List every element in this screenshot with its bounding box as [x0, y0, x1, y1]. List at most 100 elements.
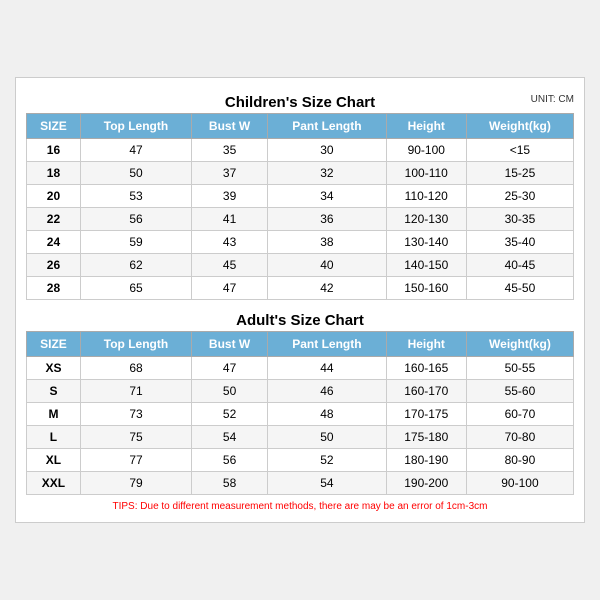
table-cell: 45-50	[466, 277, 573, 300]
table-cell: 130-140	[386, 231, 466, 254]
table-cell: S	[27, 380, 81, 403]
unit-label: UNIT: CM	[531, 94, 574, 105]
table-cell: XS	[27, 357, 81, 380]
table-cell: 37	[192, 162, 268, 185]
table-row: XXL795854190-20090-100	[27, 472, 574, 495]
table-row: 26624540140-15040-45	[27, 254, 574, 277]
table-cell: 25-30	[466, 185, 573, 208]
table-cell: 47	[80, 139, 191, 162]
table-row: 28654742150-16045-50	[27, 277, 574, 300]
table-cell: 53	[80, 185, 191, 208]
table-row: L755450175-18070-80	[27, 426, 574, 449]
col-weight-header: Weight(kg)	[466, 114, 573, 139]
adult-title-text: Adult's Size Chart	[236, 312, 364, 329]
adult-col-pant-length-header: Pant Length	[268, 332, 386, 357]
table-cell: 60-70	[466, 403, 573, 426]
col-height-header: Height	[386, 114, 466, 139]
table-row: 1647353090-100<15	[27, 139, 574, 162]
table-cell: 55-60	[466, 380, 573, 403]
table-cell: 44	[268, 357, 386, 380]
table-cell: 52	[268, 449, 386, 472]
table-cell: 79	[80, 472, 191, 495]
adult-section-title: Adult's Size Chart	[26, 306, 574, 331]
table-cell: 77	[80, 449, 191, 472]
adult-col-top-length-header: Top Length	[80, 332, 191, 357]
children-title-text: Children's Size Chart	[225, 94, 375, 111]
table-cell: 65	[80, 277, 191, 300]
table-cell: 180-190	[386, 449, 466, 472]
table-row: 22564136120-13030-35	[27, 208, 574, 231]
adult-col-weight-header: Weight(kg)	[466, 332, 573, 357]
table-cell: XL	[27, 449, 81, 472]
table-cell: 28	[27, 277, 81, 300]
table-cell: 24	[27, 231, 81, 254]
table-cell: 75	[80, 426, 191, 449]
children-section-title: Children's Size Chart UNIT: CM	[26, 88, 574, 113]
table-cell: 35-40	[466, 231, 573, 254]
table-cell: 47	[192, 357, 268, 380]
table-cell: 160-170	[386, 380, 466, 403]
children-header-row: SIZE Top Length Bust W Pant Length Heigh…	[27, 114, 574, 139]
table-row: 18503732100-11015-25	[27, 162, 574, 185]
table-row: XS684744160-16550-55	[27, 357, 574, 380]
table-cell: 39	[192, 185, 268, 208]
table-cell: <15	[466, 139, 573, 162]
col-size-header: SIZE	[27, 114, 81, 139]
table-row: 24594338130-14035-40	[27, 231, 574, 254]
adult-col-height-header: Height	[386, 332, 466, 357]
col-bust-w-header: Bust W	[192, 114, 268, 139]
table-cell: 47	[192, 277, 268, 300]
col-pant-length-header: Pant Length	[268, 114, 386, 139]
table-cell: 36	[268, 208, 386, 231]
table-cell: 110-120	[386, 185, 466, 208]
table-row: XL775652180-19080-90	[27, 449, 574, 472]
table-cell: 40	[268, 254, 386, 277]
table-cell: 32	[268, 162, 386, 185]
table-cell: 140-150	[386, 254, 466, 277]
table-cell: L	[27, 426, 81, 449]
table-cell: 50	[80, 162, 191, 185]
table-cell: 68	[80, 357, 191, 380]
table-cell: 90-100	[466, 472, 573, 495]
chart-container: Children's Size Chart UNIT: CM SIZE Top …	[15, 77, 585, 523]
table-cell: 120-130	[386, 208, 466, 231]
table-cell: 35	[192, 139, 268, 162]
table-cell: 16	[27, 139, 81, 162]
table-row: 20533934110-12025-30	[27, 185, 574, 208]
table-cell: 38	[268, 231, 386, 254]
table-cell: 30-35	[466, 208, 573, 231]
table-cell: 40-45	[466, 254, 573, 277]
table-cell: 150-160	[386, 277, 466, 300]
table-cell: 22	[27, 208, 81, 231]
table-cell: 34	[268, 185, 386, 208]
table-cell: 71	[80, 380, 191, 403]
col-top-length-header: Top Length	[80, 114, 191, 139]
table-cell: 30	[268, 139, 386, 162]
adult-table: SIZE Top Length Bust W Pant Length Heigh…	[26, 331, 574, 495]
table-cell: XXL	[27, 472, 81, 495]
table-cell: 50	[192, 380, 268, 403]
table-row: M735248170-17560-70	[27, 403, 574, 426]
adult-header-row: SIZE Top Length Bust W Pant Length Heigh…	[27, 332, 574, 357]
table-cell: 170-175	[386, 403, 466, 426]
table-row: S715046160-17055-60	[27, 380, 574, 403]
table-cell: 59	[80, 231, 191, 254]
table-cell: 54	[268, 472, 386, 495]
table-cell: 70-80	[466, 426, 573, 449]
table-cell: 52	[192, 403, 268, 426]
table-cell: 15-25	[466, 162, 573, 185]
table-cell: 54	[192, 426, 268, 449]
table-cell: 41	[192, 208, 268, 231]
adult-col-bust-w-header: Bust W	[192, 332, 268, 357]
table-cell: 43	[192, 231, 268, 254]
table-cell: 80-90	[466, 449, 573, 472]
table-cell: 62	[80, 254, 191, 277]
table-cell: 190-200	[386, 472, 466, 495]
table-cell: 90-100	[386, 139, 466, 162]
table-cell: 58	[192, 472, 268, 495]
table-cell: 73	[80, 403, 191, 426]
table-cell: 56	[80, 208, 191, 231]
table-cell: 50	[268, 426, 386, 449]
table-cell: 26	[27, 254, 81, 277]
table-cell: 42	[268, 277, 386, 300]
